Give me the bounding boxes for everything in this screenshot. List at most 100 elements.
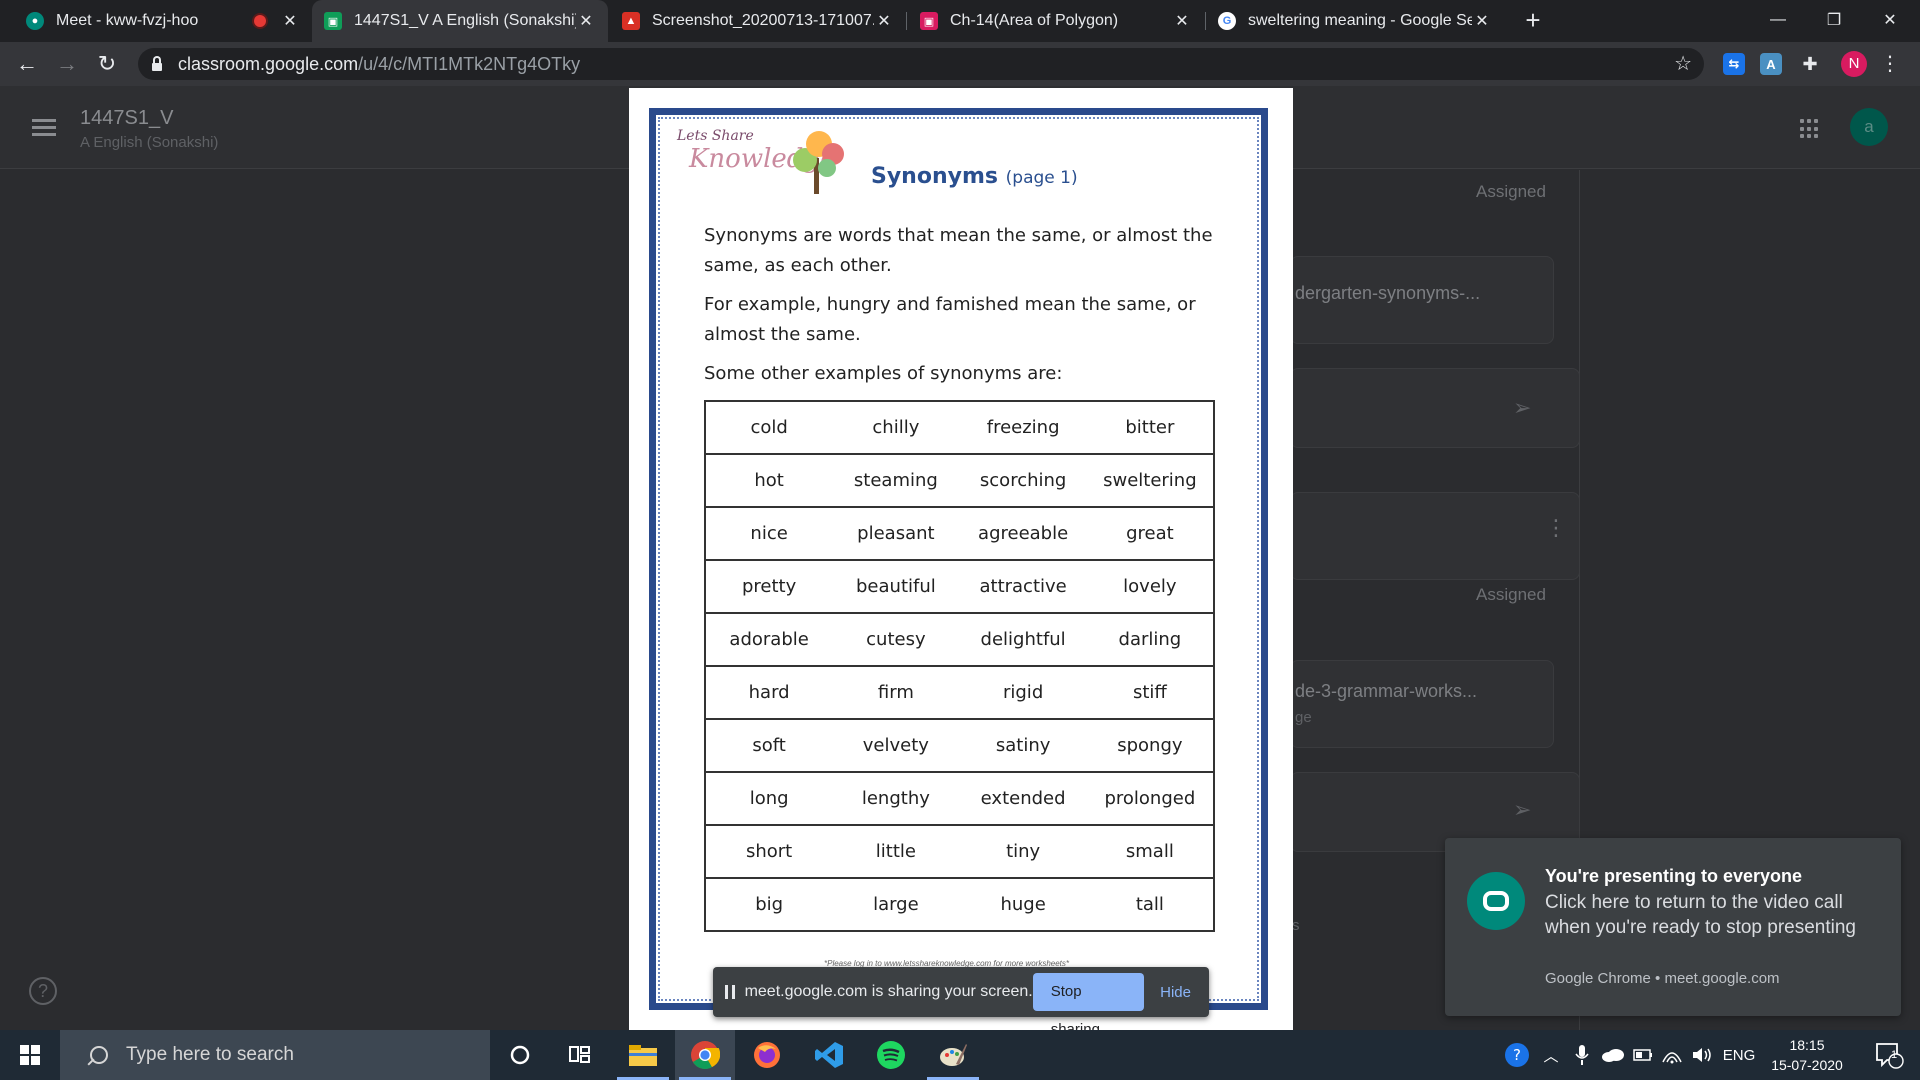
close-icon[interactable]: ✕ bbox=[874, 11, 894, 31]
tab-title: Ch-14(Area of Polygon) bbox=[950, 12, 1119, 29]
assignment-card[interactable]: dergarten-synonyms-... bbox=[1290, 256, 1554, 344]
send-icon[interactable]: ➢ bbox=[1513, 395, 1539, 420]
close-icon[interactable]: ✕ bbox=[1172, 11, 1192, 31]
spotify-icon[interactable] bbox=[861, 1030, 921, 1080]
table-cell: agreeable bbox=[959, 506, 1087, 560]
example-paragraph: For example, hungry and famished mean th… bbox=[704, 294, 1196, 345]
presenting-notification[interactable]: You're presenting to everyone Click here… bbox=[1445, 838, 1901, 1016]
help-icon[interactable]: ? bbox=[29, 977, 57, 1005]
svg-text:?: ? bbox=[1513, 1046, 1521, 1064]
close-icon[interactable]: ✕ bbox=[576, 11, 596, 31]
back-icon[interactable]: ← bbox=[12, 49, 42, 79]
microphone-icon[interactable] bbox=[1568, 1030, 1596, 1080]
notification-title: You're presenting to everyone bbox=[1545, 866, 1803, 886]
tab-classroom[interactable]: ▣ 1447S1_V A English (Sonakshi) ✕ bbox=[312, 0, 608, 42]
logo-text: Lets Share bbox=[677, 128, 754, 144]
paint-app-icon[interactable] bbox=[923, 1030, 983, 1080]
battery-icon[interactable] bbox=[1630, 1030, 1656, 1080]
comment-card[interactable]: ➢ bbox=[1290, 368, 1580, 448]
extensions-puzzle-icon[interactable]: ✚ bbox=[1799, 53, 1821, 75]
language-indicator[interactable]: ENG bbox=[1718, 1030, 1760, 1080]
file-explorer-icon[interactable] bbox=[613, 1030, 673, 1080]
clock-date: 15-07-2020 bbox=[1771, 1057, 1843, 1073]
worksheet-logo: Lets Share Knowledge bbox=[671, 124, 851, 204]
tab-meet[interactable]: ● Meet - kww-fvzj-hoo ✕ bbox=[14, 0, 312, 42]
table-cell: short bbox=[705, 824, 833, 878]
taskbar-clock[interactable]: 18:15 15-07-2020 bbox=[1762, 1035, 1852, 1075]
account-avatar[interactable]: a bbox=[1850, 108, 1888, 146]
table-cell: chilly bbox=[872, 417, 920, 438]
shared-worksheet: Lets Share Knowledge Synonyms (page 1) S… bbox=[629, 88, 1293, 1030]
search-placeholder: Type here to search bbox=[126, 1044, 294, 1065]
tab-title: 1447S1_V A English (Sonakshi) bbox=[354, 12, 576, 29]
drag-handle-icon[interactable] bbox=[725, 985, 735, 999]
close-icon[interactable]: ✕ bbox=[1472, 11, 1492, 31]
card-fragment: s bbox=[1292, 917, 1300, 934]
card-subtitle: ge bbox=[1295, 709, 1312, 726]
google-apps-icon[interactable] bbox=[1800, 119, 1820, 139]
title-text: Synonyms bbox=[871, 164, 998, 189]
status-badge: Assigned bbox=[1476, 585, 1546, 604]
class-name[interactable]: 1447S1_V bbox=[80, 107, 173, 130]
cortana-icon[interactable] bbox=[490, 1030, 550, 1080]
table-cell: extended bbox=[959, 771, 1087, 825]
hide-button[interactable]: Hide bbox=[1154, 984, 1197, 1001]
image-icon: ▲ bbox=[622, 12, 640, 30]
status-badge: Assigned bbox=[1476, 182, 1546, 201]
firefox-icon[interactable] bbox=[737, 1030, 797, 1080]
assignment-card[interactable]: de-3-grammar-works... ge bbox=[1290, 660, 1554, 748]
chrome-icon[interactable] bbox=[675, 1030, 735, 1080]
google-icon: G bbox=[1218, 12, 1236, 30]
page-label: (page 1) bbox=[1005, 168, 1078, 188]
table-cell: beautiful bbox=[832, 559, 960, 613]
more-options-icon[interactable]: ⋮ bbox=[1545, 515, 1567, 541]
forward-icon[interactable]: → bbox=[52, 49, 82, 79]
extension-cast-icon[interactable]: ⇆ bbox=[1723, 53, 1745, 75]
taskbar-search-input[interactable]: Type here to search bbox=[60, 1030, 490, 1080]
extension-translate-icon[interactable]: A bbox=[1760, 53, 1782, 75]
clock-time: 18:15 bbox=[1789, 1037, 1825, 1053]
tab-google-search[interactable]: G sweltering meaning - Google Sea ✕ bbox=[1206, 0, 1504, 42]
search-icon bbox=[90, 1046, 108, 1064]
tab-title: Screenshot_20200713-171007.jpg bbox=[652, 12, 874, 29]
wifi-icon[interactable] bbox=[1658, 1030, 1686, 1080]
chevron-up-icon[interactable]: ︿ bbox=[1538, 1030, 1564, 1080]
url-host: classroom.google.com bbox=[178, 53, 359, 74]
close-window-icon[interactable]: ✕ bbox=[1862, 0, 1918, 40]
table-cell: nice bbox=[705, 506, 833, 560]
menu-kebab-icon[interactable]: ⋮ bbox=[1880, 50, 1900, 78]
tab-title: Meet - kww-fvzj-hoo bbox=[56, 12, 199, 29]
bookmark-star-icon[interactable]: ☆ bbox=[1674, 51, 1692, 76]
table-cell: cold bbox=[750, 417, 788, 438]
onedrive-icon[interactable] bbox=[1598, 1030, 1628, 1080]
new-tab-button[interactable]: + bbox=[1518, 5, 1548, 35]
table-cell: delightful bbox=[959, 612, 1087, 666]
task-view-icon[interactable] bbox=[550, 1030, 610, 1080]
reload-icon[interactable]: ↻ bbox=[92, 49, 122, 79]
vscode-icon[interactable] bbox=[799, 1030, 859, 1080]
table-cell: prolonged bbox=[1086, 771, 1214, 825]
table-row: adorable cutesy delightful darling bbox=[705, 612, 1214, 666]
table-cell: small bbox=[1086, 824, 1214, 878]
notifications-icon[interactable]: 1 bbox=[1864, 1030, 1914, 1080]
table-row: short little tiny small bbox=[705, 824, 1214, 878]
tab-area-of-polygon[interactable]: ▣ Ch-14(Area of Polygon) ✕ bbox=[908, 0, 1204, 42]
minimize-icon[interactable]: — bbox=[1750, 0, 1806, 40]
hamburger-menu-icon[interactable] bbox=[32, 119, 56, 137]
profile-avatar[interactable]: N bbox=[1841, 51, 1867, 77]
tree-logo-icon bbox=[793, 131, 844, 194]
tab-screenshot[interactable]: ▲ Screenshot_20200713-171007.jpg ✕ bbox=[610, 0, 906, 42]
help-tray-icon[interactable]: ? bbox=[1500, 1030, 1534, 1080]
restore-icon[interactable]: ❐ bbox=[1806, 0, 1862, 40]
close-icon[interactable]: ✕ bbox=[280, 11, 300, 31]
table-cell: velvety bbox=[832, 718, 960, 772]
table-row: pretty beautiful attractive lovely bbox=[705, 559, 1214, 613]
table-row: soft velvety satiny spongy bbox=[705, 718, 1214, 772]
post-card[interactable]: ⋮ bbox=[1290, 492, 1580, 580]
volume-icon[interactable] bbox=[1688, 1030, 1716, 1080]
send-icon[interactable]: ➢ bbox=[1513, 797, 1539, 822]
address-bar[interactable]: classroom.google.com/u/4/c/MTI1MTk2NTg4O… bbox=[138, 48, 1704, 80]
stop-sharing-button[interactable]: Stop sharing bbox=[1032, 973, 1145, 1038]
table-cell: stiff bbox=[1086, 665, 1214, 719]
windows-start-icon[interactable] bbox=[20, 1045, 40, 1065]
